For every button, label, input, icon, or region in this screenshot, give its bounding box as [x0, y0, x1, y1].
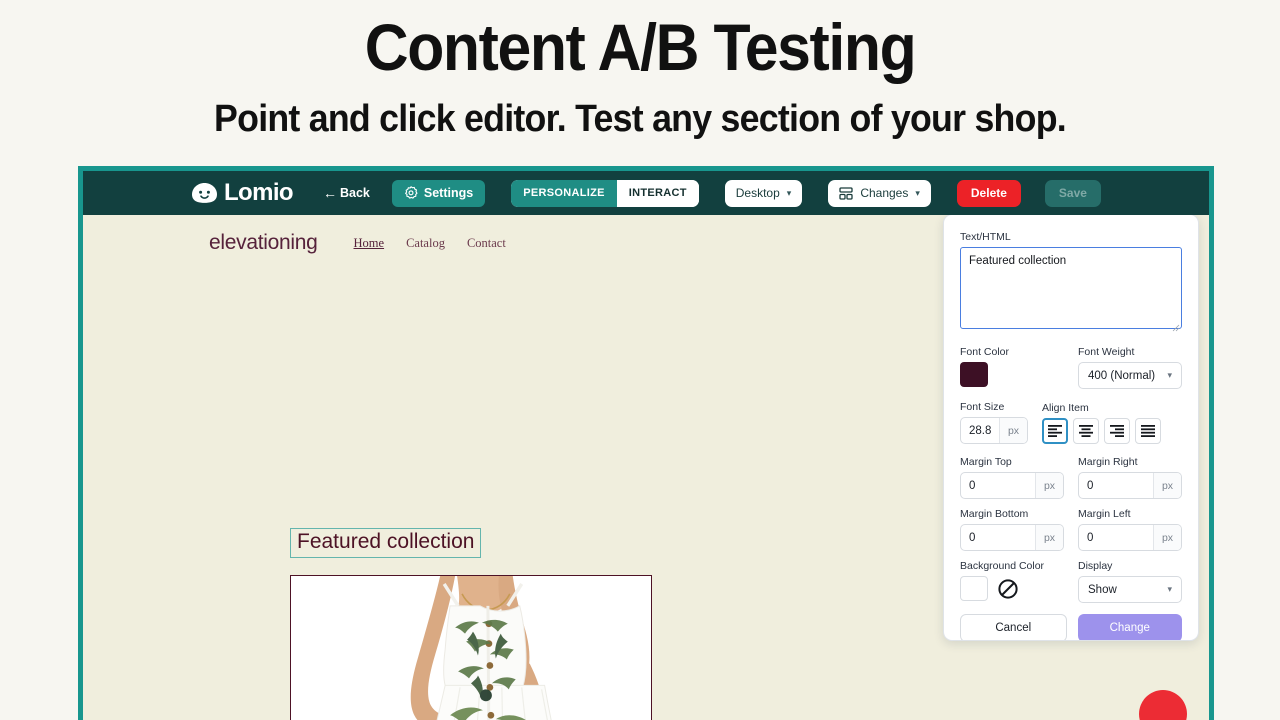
align-right-icon — [1110, 425, 1124, 437]
product-image — [291, 576, 651, 720]
chevron-down-icon: ▾ — [1167, 370, 1172, 380]
settings-label: Settings — [423, 186, 474, 200]
layout-grid-icon — [839, 186, 853, 200]
nav-item-catalog[interactable]: Catalog — [406, 236, 445, 251]
mode-toggle: PERSONALIZE INTERACT — [511, 179, 699, 207]
section-title-featured-collection[interactable]: Featured collection — [290, 528, 482, 558]
align-left-icon — [1048, 425, 1062, 437]
margin-top-value: 0 — [969, 479, 976, 492]
changes-label: Changes — [860, 186, 909, 200]
margin-bottom-value: 0 — [969, 531, 976, 544]
cancel-button[interactable]: Cancel — [960, 614, 1067, 640]
font-size-input[interactable]: 28.8 px — [960, 417, 1028, 444]
font-weight-select[interactable]: 400 (Normal) ▾ — [1078, 362, 1182, 389]
align-item-label: Align Item — [1042, 402, 1089, 414]
promo-title: Content A/B Testing — [364, 10, 917, 84]
editor-window: Lomio ← Back Settings PERSONALIZE INTERA… — [78, 166, 1214, 720]
font-weight-value: 400 (Normal) — [1088, 369, 1156, 382]
margin-right-input[interactable]: 0 px — [1078, 472, 1182, 499]
panel-actions: Cancel Change — [960, 614, 1182, 640]
font-size-label: Font Size — [960, 401, 1005, 413]
margin-top-group: Margin Top 0 px — [960, 456, 1064, 499]
margin-right-unit: px — [1153, 473, 1181, 498]
storefront-preview: elevationing Home Catalog Contact Featur… — [83, 215, 1209, 720]
background-color-swatch[interactable] — [960, 576, 988, 601]
margin-left-unit: px — [1153, 525, 1181, 550]
margin-right-value: 0 — [1087, 479, 1094, 492]
shop-nav: Home Catalog Contact — [354, 236, 506, 251]
text-html-field-wrap — [960, 247, 1182, 334]
chat-bubble-icon[interactable] — [1139, 690, 1187, 720]
changes-dropdown[interactable]: Changes ▾ — [828, 179, 931, 207]
margin-bottom-unit: px — [1035, 525, 1063, 550]
tab-interact[interactable]: INTERACT — [616, 179, 699, 207]
product-card[interactable] — [290, 575, 652, 720]
margin-right-label: Margin Right — [1078, 456, 1138, 468]
font-color-swatch[interactable] — [960, 362, 988, 387]
gear-icon — [404, 186, 418, 199]
font-weight-group: Font Weight 400 (Normal) ▾ — [1078, 346, 1182, 389]
chevron-down-icon: ▾ — [915, 187, 920, 198]
display-label: Display — [1078, 560, 1113, 572]
margin-bottom-group: Margin Bottom 0 px — [960, 508, 1064, 551]
margin-left-label: Margin Left — [1078, 508, 1131, 520]
align-justify-icon — [1141, 425, 1155, 437]
font-size-value: 28.8 — [969, 424, 992, 437]
device-selector[interactable]: Desktop ▾ — [724, 179, 803, 207]
margin-bottom-input[interactable]: 0 px — [960, 524, 1064, 551]
margin-left-group: Margin Left 0 px — [1078, 508, 1182, 551]
text-html-label: Text/HTML — [960, 231, 1011, 243]
align-item-group: Align Item — [1042, 402, 1161, 444]
promo-header: Content A/B Testing Point and click edit… — [0, 0, 1280, 138]
align-justify-button[interactable] — [1135, 418, 1161, 444]
display-select[interactable]: Show ▾ — [1078, 576, 1182, 603]
chevron-down-icon: ▾ — [1167, 584, 1172, 594]
font-color-group: Font Color — [960, 346, 1064, 389]
selected-element-wrap: Featured collection — [290, 528, 482, 558]
font-size-unit: px — [999, 418, 1027, 443]
font-color-label: Font Color — [960, 346, 1010, 358]
text-html-input[interactable] — [960, 247, 1182, 329]
margin-right-group: Margin Right 0 px — [1078, 456, 1182, 499]
align-left-button[interactable] — [1042, 418, 1068, 444]
font-size-group: Font Size 28.8 px — [960, 401, 1028, 444]
brand-name: Lomio — [224, 179, 294, 206]
shop-name[interactable]: elevationing — [209, 231, 318, 255]
settings-button[interactable]: Settings — [391, 179, 486, 207]
margin-top-input[interactable]: 0 px — [960, 472, 1064, 499]
lomio-blob-face-icon — [192, 183, 217, 203]
display-value: Show — [1088, 583, 1117, 596]
align-center-button[interactable] — [1073, 418, 1099, 444]
margin-bottom-label: Margin Bottom — [960, 508, 1029, 520]
save-button[interactable]: Save — [1044, 179, 1101, 207]
back-button[interactable]: ← Back — [323, 186, 370, 200]
margin-top-label: Margin Top — [960, 456, 1012, 468]
element-settings-panel: Text/HTML Font Color Font Weight 400 (No… — [943, 215, 1199, 641]
arrow-left-icon: ← — [323, 185, 337, 201]
editor-toolbar: Lomio ← Back Settings PERSONALIZE INTERA… — [83, 171, 1209, 215]
brand-logo[interactable]: Lomio — [191, 179, 294, 207]
margin-top-unit: px — [1035, 473, 1063, 498]
nav-item-contact[interactable]: Contact — [467, 236, 506, 251]
promo-subtitle: Point and click editor. Test any section… — [214, 98, 1067, 140]
background-color-group: Background Color — [960, 560, 1064, 603]
align-right-button[interactable] — [1104, 418, 1130, 444]
chevron-down-icon: ▾ — [786, 187, 792, 198]
no-color-slash-icon[interactable] — [997, 578, 1019, 600]
change-button[interactable]: Change — [1077, 614, 1182, 640]
margin-left-input[interactable]: 0 px — [1078, 524, 1182, 551]
device-label: Desktop — [735, 186, 780, 200]
align-center-icon — [1079, 425, 1093, 437]
back-label: Back — [340, 186, 370, 200]
nav-item-home[interactable]: Home — [354, 236, 385, 251]
font-weight-label: Font Weight — [1078, 346, 1135, 358]
display-group: Display Show ▾ — [1078, 560, 1182, 603]
background-color-label: Background Color — [960, 560, 1045, 572]
tab-personalize[interactable]: PERSONALIZE — [511, 179, 617, 207]
delete-button[interactable]: Delete — [956, 179, 1021, 207]
margin-left-value: 0 — [1087, 531, 1094, 544]
